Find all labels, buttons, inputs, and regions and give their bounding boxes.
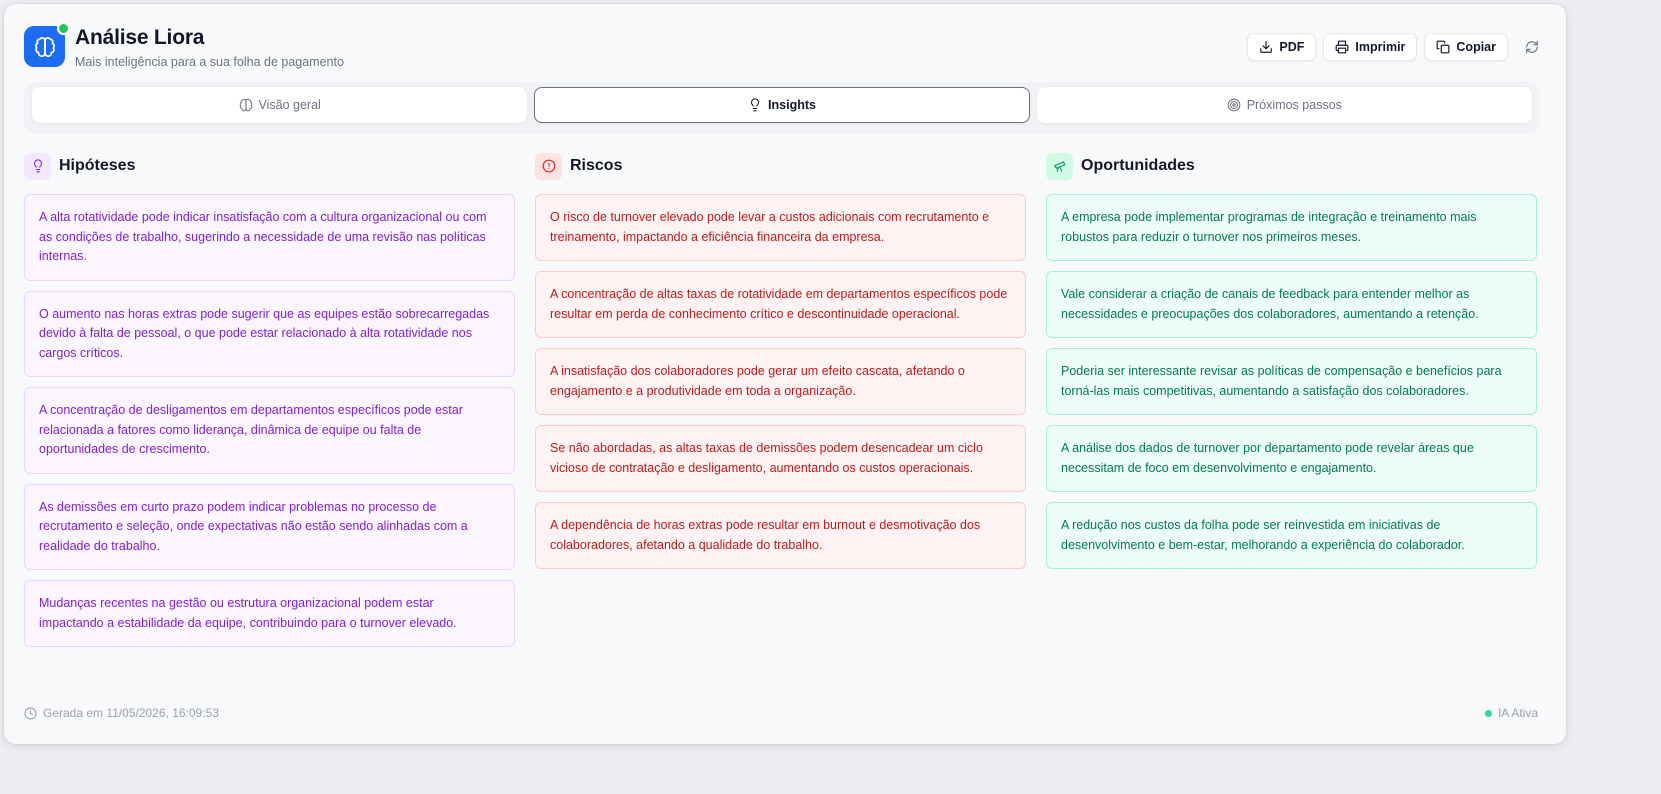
opportunity-card: A empresa pode implementar programas de …	[1046, 194, 1537, 261]
brain-icon	[34, 36, 56, 58]
opportunities-column: Oportunidades A empresa pode implementar…	[1046, 152, 1537, 657]
pdf-button[interactable]: PDF	[1247, 33, 1317, 61]
refresh-icon	[1525, 40, 1539, 54]
copy-button-label: Copiar	[1456, 40, 1496, 54]
target-icon	[1227, 98, 1241, 112]
opportunity-card: A redução nos custos da folha pode ser r…	[1046, 502, 1537, 569]
copy-button[interactable]: Copiar	[1424, 33, 1508, 61]
refresh-button[interactable]	[1518, 33, 1546, 61]
hypothesis-card: As demissões em curto prazo podem indica…	[24, 483, 515, 570]
hypothesis-card: A concentração de desligamentos em depar…	[24, 387, 515, 474]
risks-title: Riscos	[570, 157, 623, 174]
generated-at-text: Gerada em 11/05/2026, 16:09:53	[43, 706, 219, 720]
alert-circle-icon	[535, 152, 562, 180]
app-subtitle: Mais inteligência para a sua folha de pa…	[75, 55, 344, 69]
opportunity-card: Poderia ser interessante revisar as polí…	[1046, 348, 1537, 415]
print-button[interactable]: Imprimir	[1323, 33, 1418, 61]
tab-bar: Visão geral Insights Próximos passos	[24, 82, 1540, 134]
online-status-dot	[57, 22, 70, 35]
hypothesis-card: O aumento nas horas extras pode sugerir …	[24, 290, 515, 377]
hypotheses-title: Hipóteses	[59, 157, 136, 174]
risk-card: A concentração de altas taxas de rotativ…	[535, 271, 1026, 338]
lightbulb-icon	[24, 152, 51, 180]
tab-overview-label: Visão geral	[258, 98, 321, 112]
ai-status-dot	[1484, 709, 1492, 717]
tab-overview[interactable]: Visão geral	[32, 87, 528, 123]
tab-next-steps[interactable]: Próximos passos	[1036, 87, 1532, 123]
footer-timestamp: Gerada em 11/05/2026, 16:09:53	[24, 706, 219, 720]
risk-card: O risco de turnover elevado pode levar a…	[535, 194, 1026, 261]
toolbar: PDF Imprimir Copiar	[1247, 33, 1546, 61]
opportunity-card: Vale considerar a criação de canais de f…	[1046, 271, 1537, 338]
lightbulb-icon	[748, 98, 762, 112]
ai-status: IA Ativa	[1484, 706, 1538, 720]
tab-insights[interactable]: Insights	[534, 87, 1030, 123]
printer-icon	[1335, 40, 1349, 54]
tab-insights-label: Insights	[768, 98, 816, 112]
risk-card: A dependência de horas extras pode resul…	[535, 502, 1026, 569]
tab-next-steps-label: Próximos passos	[1246, 98, 1342, 112]
pdf-button-label: PDF	[1279, 40, 1305, 54]
clock-icon	[24, 707, 37, 720]
risk-card: A insatisfação dos colaboradores pode ge…	[535, 348, 1026, 415]
app-title: Análise Liora	[75, 26, 205, 49]
copy-icon	[1436, 40, 1450, 54]
hypothesis-card: Mudanças recentes na gestão ou estrutura…	[24, 580, 515, 647]
insights-columns: Hipóteses A alta rotatividade pode indic…	[24, 152, 1537, 657]
hypothesis-card: A alta rotatividade pode indicar insatis…	[24, 194, 515, 281]
risk-card: Se não abordadas, as altas taxas de demi…	[535, 425, 1026, 492]
hypotheses-column: Hipóteses A alta rotatividade pode indic…	[24, 152, 515, 657]
print-button-label: Imprimir	[1355, 40, 1406, 54]
opportunity-card: A análise dos dados de turnover por depa…	[1046, 425, 1537, 492]
telescope-icon	[1046, 152, 1073, 180]
brain-icon	[239, 98, 253, 112]
header: Análise Liora Mais inteligência para a s…	[24, 22, 1546, 74]
opportunities-title: Oportunidades	[1081, 157, 1195, 174]
risks-column: Riscos O risco de turnover elevado pode …	[535, 152, 1026, 657]
ai-status-label: IA Ativa	[1497, 706, 1538, 720]
app-window: Análise Liora Mais inteligência para a s…	[4, 4, 1566, 744]
app-logo	[24, 22, 70, 67]
download-icon	[1259, 40, 1273, 54]
